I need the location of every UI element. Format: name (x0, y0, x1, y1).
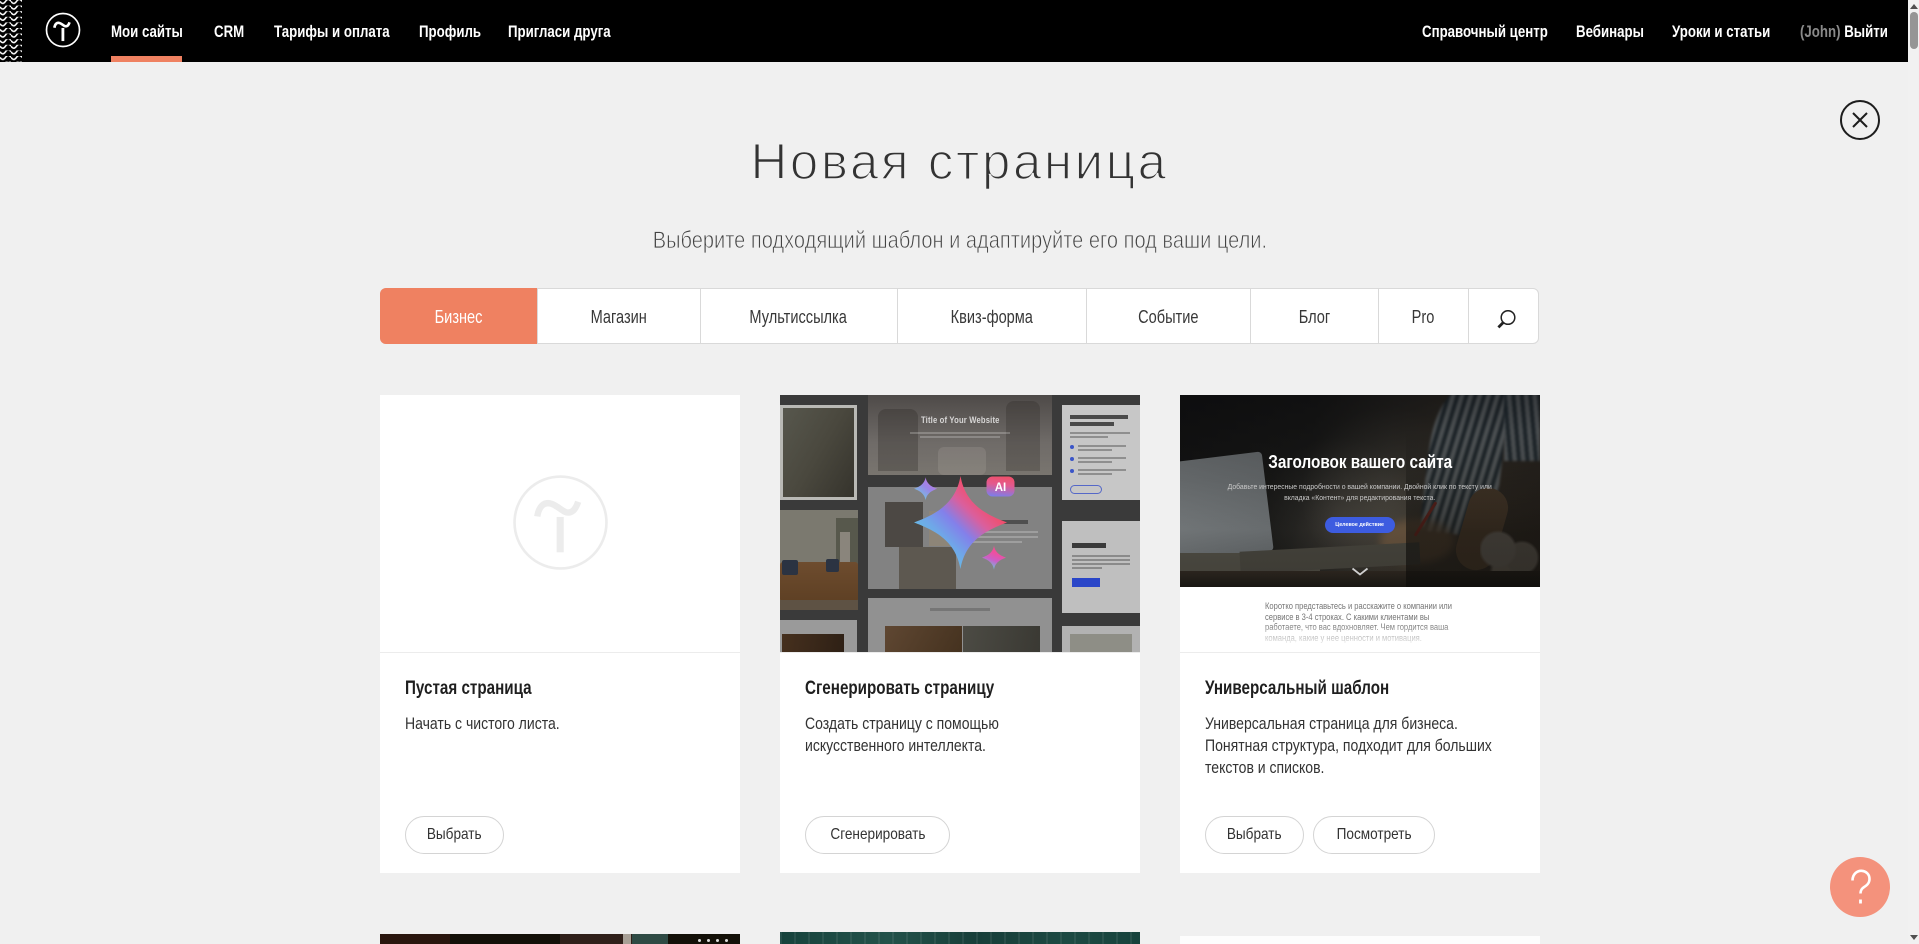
svg-text:AI: AI (995, 482, 1007, 494)
